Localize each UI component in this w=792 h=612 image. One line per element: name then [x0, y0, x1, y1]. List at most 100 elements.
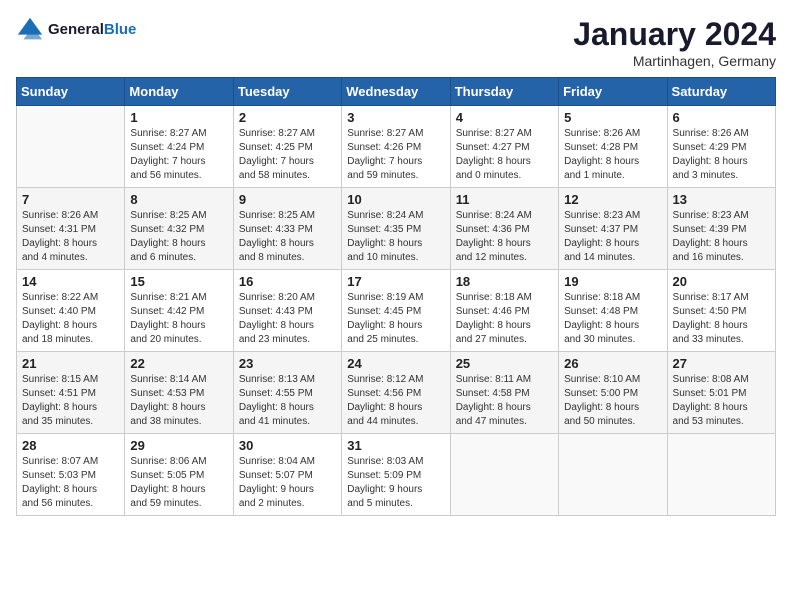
- logo-general: General: [48, 21, 104, 38]
- day-number: 23: [239, 356, 336, 371]
- day-number: 11: [456, 192, 553, 207]
- day-info: Sunrise: 8:12 AM Sunset: 4:56 PM Dayligh…: [347, 373, 444, 429]
- day-info: Sunrise: 8:20 AM Sunset: 4:43 PM Dayligh…: [239, 291, 336, 347]
- day-number: 12: [564, 192, 661, 207]
- day-info: Sunrise: 8:24 AM Sunset: 4:36 PM Dayligh…: [456, 209, 553, 265]
- day-number: 21: [22, 356, 119, 371]
- day-number: 24: [347, 356, 444, 371]
- calendar-week-row: 28 Sunrise: 8:07 AM Sunset: 5:03 PM Dayli…: [17, 434, 776, 516]
- day-info: Sunrise: 8:18 AM Sunset: 4:48 PM Dayligh…: [564, 291, 661, 347]
- day-number: 13: [673, 192, 770, 207]
- calendar-week-row: 1 Sunrise: 8:27 AM Sunset: 4:24 PM Daylig…: [17, 106, 776, 188]
- day-info: Sunrise: 8:25 AM Sunset: 4:32 PM Dayligh…: [130, 209, 227, 265]
- day-info: Sunrise: 8:06 AM Sunset: 5:05 PM Dayligh…: [130, 455, 227, 511]
- calendar-week-row: 14 Sunrise: 8:22 AM Sunset: 4:40 PM Dayli…: [17, 270, 776, 352]
- day-number: 16: [239, 274, 336, 289]
- day-info: Sunrise: 8:03 AM Sunset: 5:09 PM Dayligh…: [347, 455, 444, 511]
- weekday-header-wednesday: Wednesday: [342, 78, 450, 106]
- calendar-day-cell: [559, 434, 667, 516]
- day-number: 22: [130, 356, 227, 371]
- day-number: 8: [130, 192, 227, 207]
- day-info: Sunrise: 8:27 AM Sunset: 4:24 PM Dayligh…: [130, 127, 227, 183]
- day-info: Sunrise: 8:23 AM Sunset: 4:39 PM Dayligh…: [673, 209, 770, 265]
- calendar-day-cell: 30 Sunrise: 8:04 AM Sunset: 5:07 PM Dayli…: [233, 434, 341, 516]
- weekday-header-tuesday: Tuesday: [233, 78, 341, 106]
- day-info: Sunrise: 8:22 AM Sunset: 4:40 PM Dayligh…: [22, 291, 119, 347]
- calendar-table: SundayMondayTuesdayWednesdayThursdayFrid…: [16, 77, 776, 516]
- calendar-day-cell: 23 Sunrise: 8:13 AM Sunset: 4:55 PM Dayli…: [233, 352, 341, 434]
- calendar-day-cell: 22 Sunrise: 8:14 AM Sunset: 4:53 PM Dayli…: [125, 352, 233, 434]
- logo-icon: [16, 16, 44, 44]
- calendar-day-cell: 13 Sunrise: 8:23 AM Sunset: 4:39 PM Dayli…: [667, 188, 775, 270]
- day-number: 29: [130, 438, 227, 453]
- day-info: Sunrise: 8:11 AM Sunset: 4:58 PM Dayligh…: [456, 373, 553, 429]
- day-number: 10: [347, 192, 444, 207]
- day-number: 2: [239, 110, 336, 125]
- calendar-day-cell: [667, 434, 775, 516]
- day-number: 28: [22, 438, 119, 453]
- day-info: Sunrise: 8:26 AM Sunset: 4:28 PM Dayligh…: [564, 127, 661, 183]
- weekday-header-saturday: Saturday: [667, 78, 775, 106]
- day-number: 15: [130, 274, 227, 289]
- day-info: Sunrise: 8:18 AM Sunset: 4:46 PM Dayligh…: [456, 291, 553, 347]
- day-number: 9: [239, 192, 336, 207]
- day-number: 14: [22, 274, 119, 289]
- day-number: 5: [564, 110, 661, 125]
- day-number: 26: [564, 356, 661, 371]
- calendar-day-cell: 27Sunrise: 8:08 AM Sunset: 5:01 PM Dayli…: [667, 352, 775, 434]
- day-number: 17: [347, 274, 444, 289]
- day-info: Sunrise: 8:10 AM Sunset: 5:00 PM Dayligh…: [564, 373, 661, 429]
- calendar-day-cell: 29 Sunrise: 8:06 AM Sunset: 5:05 PM Dayli…: [125, 434, 233, 516]
- calendar-day-cell: 31Sunrise: 8:03 AM Sunset: 5:09 PM Dayli…: [342, 434, 450, 516]
- day-info: Sunrise: 8:19 AM Sunset: 4:45 PM Dayligh…: [347, 291, 444, 347]
- calendar-day-cell: 17 Sunrise: 8:19 AM Sunset: 4:45 PM Dayli…: [342, 270, 450, 352]
- calendar-day-cell: [450, 434, 558, 516]
- day-info: Sunrise: 8:23 AM Sunset: 4:37 PM Dayligh…: [564, 209, 661, 265]
- calendar-week-row: 7 Sunrise: 8:26 AM Sunset: 4:31 PM Daylig…: [17, 188, 776, 270]
- calendar-day-cell: 20 Sunrise: 8:17 AM Sunset: 4:50 PM Dayli…: [667, 270, 775, 352]
- day-info: Sunrise: 8:21 AM Sunset: 4:42 PM Dayligh…: [130, 291, 227, 347]
- location: Martinhagen, Germany: [573, 53, 776, 69]
- calendar-day-cell: 15 Sunrise: 8:21 AM Sunset: 4:42 PM Dayli…: [125, 270, 233, 352]
- calendar-day-cell: 24 Sunrise: 8:12 AM Sunset: 4:56 PM Dayli…: [342, 352, 450, 434]
- page-header: GeneralBlue January 2024 Martinhagen, Ge…: [16, 16, 776, 69]
- day-info: Sunrise: 8:27 AM Sunset: 4:25 PM Dayligh…: [239, 127, 336, 183]
- weekday-header-friday: Friday: [559, 78, 667, 106]
- day-number: 1: [130, 110, 227, 125]
- calendar-day-cell: 5 Sunrise: 8:26 AM Sunset: 4:28 PM Daylig…: [559, 106, 667, 188]
- day-info: Sunrise: 8:25 AM Sunset: 4:33 PM Dayligh…: [239, 209, 336, 265]
- calendar-day-cell: [17, 106, 125, 188]
- title-block: January 2024 Martinhagen, Germany: [573, 16, 776, 69]
- day-number: 7: [22, 192, 119, 207]
- day-info: Sunrise: 8:07 AM Sunset: 5:03 PM Dayligh…: [22, 455, 119, 511]
- calendar-day-cell: 25 Sunrise: 8:11 AM Sunset: 4:58 PM Dayli…: [450, 352, 558, 434]
- day-info: Sunrise: 8:08 AM Sunset: 5:01 PM Dayligh…: [673, 373, 770, 429]
- calendar-day-cell: 4 Sunrise: 8:27 AM Sunset: 4:27 PM Daylig…: [450, 106, 558, 188]
- calendar-day-cell: 14 Sunrise: 8:22 AM Sunset: 4:40 PM Dayli…: [17, 270, 125, 352]
- calendar-week-row: 21 Sunrise: 8:15 AM Sunset: 4:51 PM Dayli…: [17, 352, 776, 434]
- logo-blue: Blue: [104, 21, 137, 38]
- day-number: 30: [239, 438, 336, 453]
- logo: GeneralBlue: [16, 16, 136, 44]
- day-number: 4: [456, 110, 553, 125]
- day-info: Sunrise: 8:15 AM Sunset: 4:51 PM Dayligh…: [22, 373, 119, 429]
- weekday-header-sunday: Sunday: [17, 78, 125, 106]
- weekday-header-monday: Monday: [125, 78, 233, 106]
- calendar-day-cell: 7 Sunrise: 8:26 AM Sunset: 4:31 PM Daylig…: [17, 188, 125, 270]
- month-title: January 2024: [573, 16, 776, 53]
- day-info: Sunrise: 8:26 AM Sunset: 4:29 PM Dayligh…: [673, 127, 770, 183]
- calendar-day-cell: 6Sunrise: 8:26 AM Sunset: 4:29 PM Daylig…: [667, 106, 775, 188]
- day-number: 25: [456, 356, 553, 371]
- day-info: Sunrise: 8:26 AM Sunset: 4:31 PM Dayligh…: [22, 209, 119, 265]
- day-info: Sunrise: 8:24 AM Sunset: 4:35 PM Dayligh…: [347, 209, 444, 265]
- day-info: Sunrise: 8:27 AM Sunset: 4:27 PM Dayligh…: [456, 127, 553, 183]
- calendar-day-cell: 11 Sunrise: 8:24 AM Sunset: 4:36 PM Dayli…: [450, 188, 558, 270]
- calendar-day-cell: 16 Sunrise: 8:20 AM Sunset: 4:43 PM Dayli…: [233, 270, 341, 352]
- day-number: 20: [673, 274, 770, 289]
- day-info: Sunrise: 8:17 AM Sunset: 4:50 PM Dayligh…: [673, 291, 770, 347]
- weekday-header-thursday: Thursday: [450, 78, 558, 106]
- calendar-day-cell: 18Sunrise: 8:18 AM Sunset: 4:46 PM Dayli…: [450, 270, 558, 352]
- day-info: Sunrise: 8:14 AM Sunset: 4:53 PM Dayligh…: [130, 373, 227, 429]
- day-info: Sunrise: 8:04 AM Sunset: 5:07 PM Dayligh…: [239, 455, 336, 511]
- day-info: Sunrise: 8:13 AM Sunset: 4:55 PM Dayligh…: [239, 373, 336, 429]
